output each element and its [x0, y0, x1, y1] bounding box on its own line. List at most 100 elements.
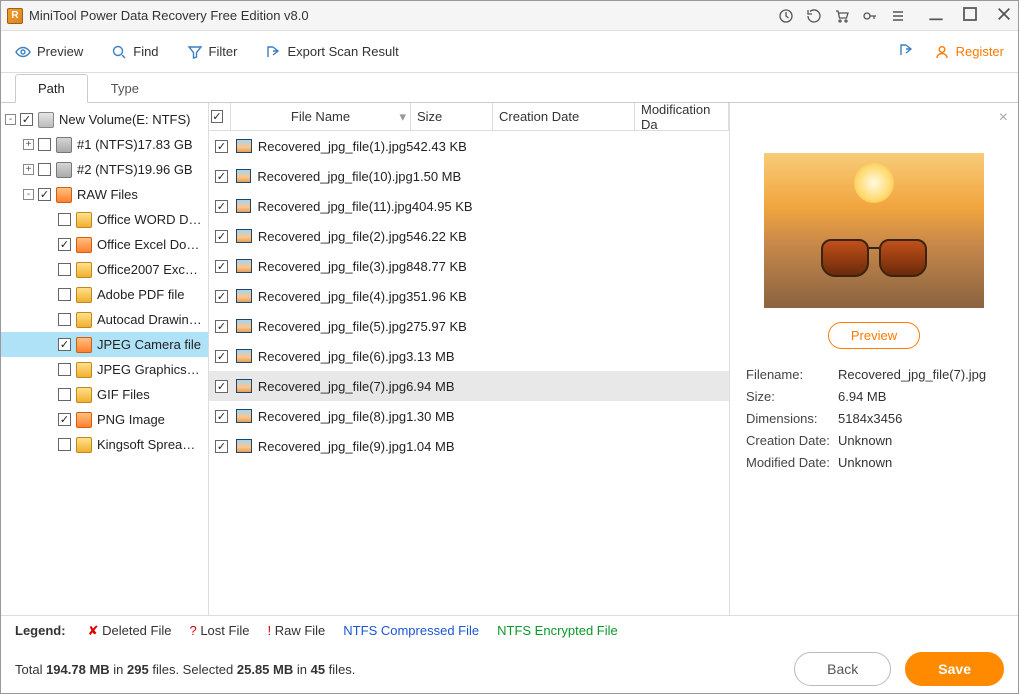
folder-icon — [56, 137, 72, 153]
tree-checkbox[interactable] — [58, 288, 71, 301]
expand-icon[interactable] — [43, 339, 54, 350]
clock-icon[interactable] — [778, 8, 794, 24]
tree-node[interactable]: Office Excel Do… — [1, 232, 208, 257]
file-row[interactable]: Recovered_jpg_file(4).jpg351.96 KB — [209, 281, 729, 311]
save-button[interactable]: Save — [905, 652, 1004, 686]
tree-node[interactable]: JPEG Graphics… — [1, 357, 208, 382]
expand-icon[interactable] — [43, 289, 54, 300]
header-modification-date[interactable]: Modification Da — [635, 103, 729, 130]
tree-node[interactable]: Kingsoft Sprea… — [1, 432, 208, 457]
tab-type[interactable]: Type — [88, 74, 162, 103]
expand-icon[interactable]: - — [5, 114, 16, 125]
expand-icon[interactable]: + — [23, 139, 34, 150]
tree-checkbox[interactable] — [58, 363, 71, 376]
refresh-icon[interactable] — [806, 8, 822, 24]
tree-checkbox[interactable] — [38, 138, 51, 151]
tree-node[interactable]: JPEG Camera file — [1, 332, 208, 357]
file-row[interactable]: Recovered_jpg_file(1).jpg542.43 KB — [209, 131, 729, 161]
back-button[interactable]: Back — [794, 652, 891, 686]
tree-node[interactable]: +#1 (NTFS)17.83 GB — [1, 132, 208, 157]
file-checkbox[interactable] — [215, 290, 228, 303]
find-button[interactable]: Find — [111, 44, 158, 60]
tree-label: Adobe PDF file — [97, 287, 184, 302]
file-checkbox[interactable] — [215, 200, 228, 213]
preview-open-button[interactable]: Preview — [828, 322, 920, 349]
file-checkbox[interactable] — [215, 170, 228, 183]
tree-checkbox[interactable] — [58, 238, 71, 251]
meta-size-value: 6.94 MB — [838, 389, 1002, 404]
expand-icon[interactable] — [43, 214, 54, 225]
file-row[interactable]: Recovered_jpg_file(8).jpg1.30 MB — [209, 401, 729, 431]
tree-node[interactable]: GIF Files — [1, 382, 208, 407]
file-row[interactable]: Recovered_jpg_file(11).jpg404.95 KB — [209, 191, 729, 221]
header-size[interactable]: Size — [411, 103, 493, 130]
header-creation-date[interactable]: Creation Date — [493, 103, 635, 130]
tree-node[interactable]: PNG Image — [1, 407, 208, 432]
expand-icon[interactable] — [43, 314, 54, 325]
file-row[interactable]: Recovered_jpg_file(2).jpg546.22 KB — [209, 221, 729, 251]
filter-label: Filter — [209, 44, 238, 59]
cart-icon[interactable] — [834, 8, 850, 24]
preview-button[interactable]: Preview — [15, 44, 83, 60]
export-button[interactable]: Export Scan Result — [265, 44, 398, 60]
tree-node[interactable]: Autocad Drawin… — [1, 307, 208, 332]
tree-node[interactable]: Adobe PDF file — [1, 282, 208, 307]
file-checkbox[interactable] — [215, 350, 228, 363]
expand-icon[interactable] — [43, 439, 54, 450]
tab-path[interactable]: Path — [15, 74, 88, 103]
minimize-button[interactable] — [928, 6, 944, 25]
file-thumb-icon — [236, 289, 252, 303]
file-name: Recovered_jpg_file(3).jpg — [258, 259, 406, 274]
expand-icon[interactable]: - — [23, 189, 34, 200]
share-icon[interactable] — [898, 42, 914, 61]
file-checkbox[interactable] — [215, 380, 228, 393]
tree-checkbox[interactable] — [38, 188, 51, 201]
file-pane: File Name▾ Size Creation Date Modificati… — [209, 103, 730, 615]
close-button[interactable] — [996, 6, 1012, 25]
file-checkbox[interactable] — [215, 140, 228, 153]
file-row[interactable]: Recovered_jpg_file(5).jpg275.97 KB — [209, 311, 729, 341]
key-icon[interactable] — [862, 8, 878, 24]
tree-checkbox[interactable] — [58, 388, 71, 401]
file-row[interactable]: Recovered_jpg_file(7).jpg6.94 MB — [209, 371, 729, 401]
tree-checkbox[interactable] — [58, 263, 71, 276]
file-row[interactable]: Recovered_jpg_file(10).jpg1.50 MB — [209, 161, 729, 191]
file-checkbox[interactable] — [215, 440, 228, 453]
file-size: 6.94 MB — [406, 379, 488, 394]
menu-icon[interactable] — [890, 8, 906, 24]
file-row[interactable]: Recovered_jpg_file(9).jpg1.04 MB — [209, 431, 729, 461]
file-row[interactable]: Recovered_jpg_file(6).jpg3.13 MB — [209, 341, 729, 371]
tree-checkbox[interactable] — [20, 113, 33, 126]
tree-checkbox[interactable] — [58, 313, 71, 326]
tree-checkbox[interactable] — [58, 438, 71, 451]
tree-node[interactable]: +#2 (NTFS)19.96 GB — [1, 157, 208, 182]
tree-node[interactable]: Office WORD D… — [1, 207, 208, 232]
file-row[interactable]: Recovered_jpg_file(3).jpg848.77 KB — [209, 251, 729, 281]
file-checkbox[interactable] — [215, 230, 228, 243]
filter-button[interactable]: Filter — [187, 44, 238, 60]
expand-icon[interactable] — [43, 239, 54, 250]
file-thumb-icon — [236, 439, 252, 453]
file-checkbox[interactable] — [215, 410, 228, 423]
expand-icon[interactable] — [43, 389, 54, 400]
maximize-button[interactable] — [962, 6, 978, 25]
tree-checkbox[interactable] — [58, 413, 71, 426]
expand-icon[interactable] — [43, 264, 54, 275]
tree-checkbox[interactable] — [58, 338, 71, 351]
tree-node[interactable]: -RAW Files — [1, 182, 208, 207]
file-checkbox[interactable] — [215, 260, 228, 273]
expand-icon[interactable] — [43, 414, 54, 425]
preview-close-icon[interactable]: × — [999, 109, 1008, 127]
file-checkbox[interactable] — [215, 320, 228, 333]
header-checkbox[interactable] — [209, 103, 231, 130]
tree-tabs: Path Type — [1, 73, 1018, 103]
header-filename[interactable]: File Name▾ — [231, 103, 411, 130]
tree-checkbox[interactable] — [38, 163, 51, 176]
tree-node[interactable]: Office2007 Exc… — [1, 257, 208, 282]
tree-node[interactable]: -New Volume(E: NTFS) — [1, 107, 208, 132]
tree-checkbox[interactable] — [58, 213, 71, 226]
expand-icon[interactable] — [43, 364, 54, 375]
expand-icon[interactable]: + — [23, 164, 34, 175]
register-button[interactable]: Register — [934, 44, 1004, 60]
file-size: 848.77 KB — [406, 259, 488, 274]
